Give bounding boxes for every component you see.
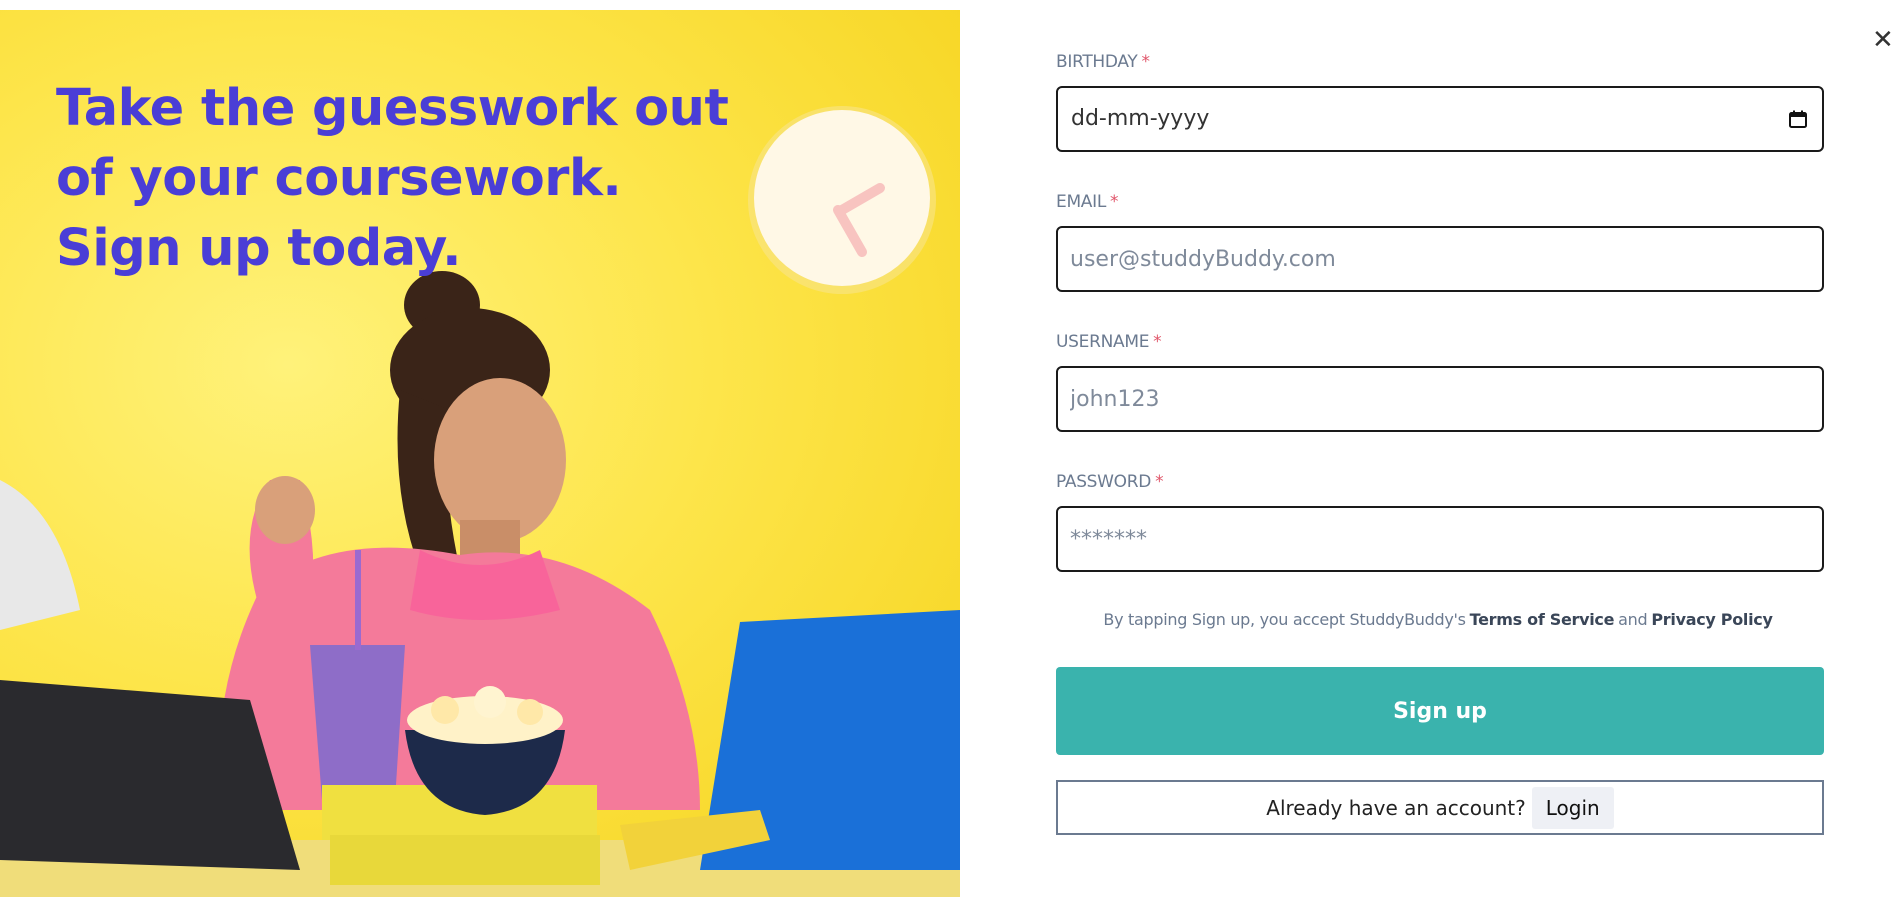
signup-form: BIRTHDAY* dd-mm-yyyy EMAIL* USERNAME* PA… <box>1056 0 1826 897</box>
terms-of-service-link[interactable]: Terms of Service <box>1470 610 1615 629</box>
username-input[interactable] <box>1058 368 1822 430</box>
login-button[interactable]: Login <box>1531 786 1614 829</box>
username-label-text: USERNAME <box>1056 332 1150 352</box>
password-field[interactable] <box>1056 506 1824 572</box>
email-label-text: EMAIL <box>1056 192 1107 212</box>
terms-notice: By tapping Sign up, you accept StuddyBud… <box>1056 610 1824 629</box>
hero-panel: Take the guesswork out of your coursewor… <box>0 10 960 897</box>
username-label: USERNAME * <box>1056 332 1162 352</box>
privacy-policy-link[interactable]: Privacy Policy <box>1651 610 1773 629</box>
password-label: PASSWORD * <box>1056 472 1164 492</box>
hero-headline-line: Take the guesswork out <box>56 79 729 138</box>
birthday-label: BIRTHDAY * <box>1056 52 1150 72</box>
email-label: EMAIL * <box>1056 192 1119 212</box>
hero-headline-line: Sign up today. <box>56 219 462 278</box>
login-prompt-text: Already have an account? <box>1266 795 1526 820</box>
signup-button[interactable]: Sign up <box>1056 667 1824 755</box>
terms-prefix: By tapping Sign up, you accept StuddyBud… <box>1103 610 1466 629</box>
email-field[interactable] <box>1056 226 1824 292</box>
password-label-text: PASSWORD <box>1056 472 1152 492</box>
required-mark: * <box>1155 472 1164 492</box>
email-input[interactable] <box>1058 228 1822 290</box>
required-mark: * <box>1110 192 1119 212</box>
hero-headline-line: of your coursework. <box>56 149 622 208</box>
close-icon[interactable]: ✕ <box>1872 26 1891 54</box>
hero-headline: Take the guesswork out of your coursewor… <box>56 74 756 284</box>
password-input[interactable] <box>1058 508 1822 570</box>
birthday-value: dd-mm-yyyy <box>1071 106 1210 131</box>
birthday-label-text: BIRTHDAY <box>1056 52 1138 72</box>
calendar-icon[interactable] <box>1788 109 1808 129</box>
required-mark: * <box>1141 52 1151 72</box>
username-field[interactable] <box>1056 366 1824 432</box>
login-prompt-box: Already have an account? Login <box>1056 780 1824 835</box>
required-mark: * <box>1153 332 1162 352</box>
birthday-field[interactable]: dd-mm-yyyy <box>1056 86 1824 152</box>
terms-conjunction: and <box>1618 610 1648 629</box>
